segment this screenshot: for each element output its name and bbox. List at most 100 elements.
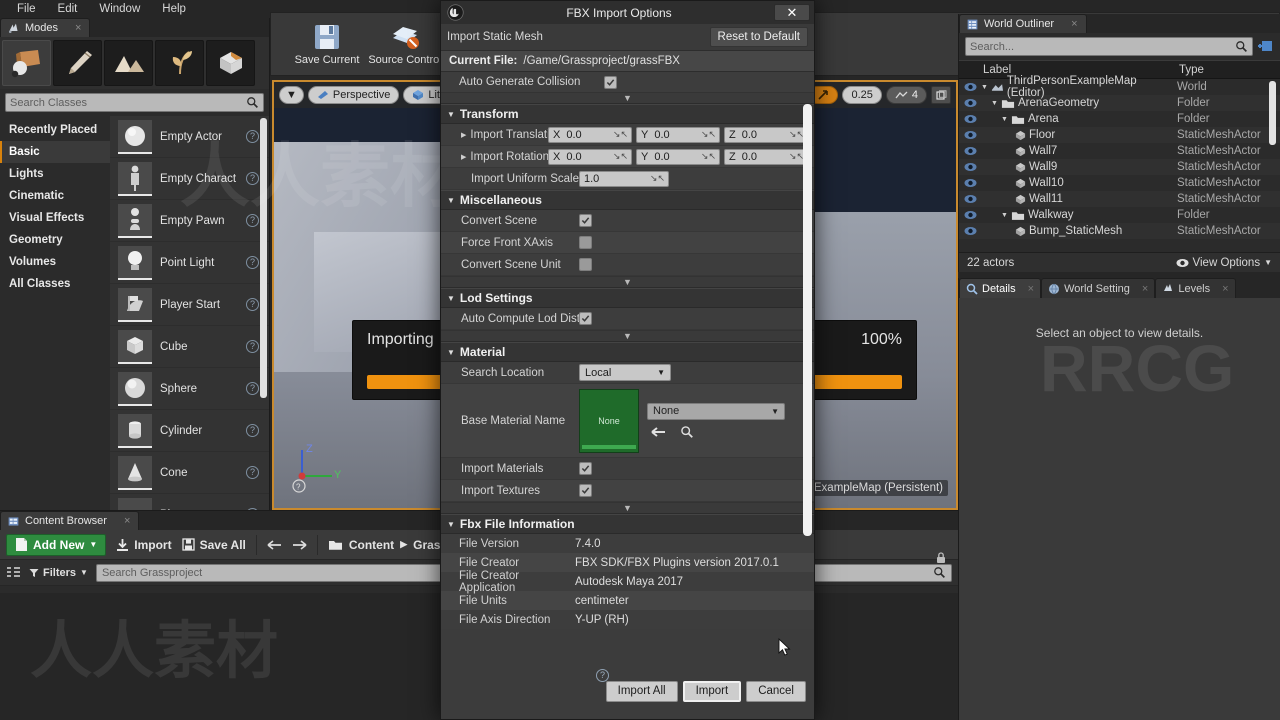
search-icon[interactable] (246, 96, 259, 109)
expand-triangle-icon[interactable]: ▶ (461, 131, 466, 139)
spinner-icon[interactable]: ↘↖ (789, 151, 804, 162)
save-all-button[interactable]: Save All (181, 538, 246, 552)
convert-scene-unit-checkbox[interactable] (579, 258, 592, 271)
place-mode-button[interactable] (2, 40, 51, 86)
help-icon[interactable]: ? (246, 130, 259, 143)
section-lod-settings-header[interactable]: ▼ Lod Settings (441, 288, 814, 308)
base-material-thumbnail[interactable]: None (579, 388, 639, 453)
base-material-dropdown[interactable]: None ▼ (647, 402, 785, 420)
list-item[interactable]: Empty Charact ? (110, 158, 269, 200)
expand-triangle-icon[interactable]: ▼ (1001, 116, 1008, 123)
tab-world-outliner[interactable]: World Outliner × (959, 14, 1087, 33)
menu-item-window[interactable]: Window (88, 3, 151, 15)
auto-generate-collision-checkbox[interactable] (604, 75, 617, 89)
cancel-button[interactable]: Cancel (746, 680, 806, 702)
search-location-dropdown[interactable]: Local ▼ (579, 364, 671, 381)
category-basic[interactable]: Basic (0, 141, 110, 163)
reset-to-default-button[interactable]: Reset to Default (709, 27, 808, 47)
outliner-search-box[interactable] (965, 37, 1253, 56)
visibility-eye-icon[interactable] (959, 98, 981, 108)
menu-item-edit[interactable]: Edit (47, 3, 89, 15)
close-icon[interactable]: ✕ (774, 4, 810, 21)
menu-item-help[interactable]: Help (151, 3, 197, 15)
table-row[interactable]: ▼ Arena Folder (959, 111, 1280, 127)
expand-triangle-icon[interactable]: ▼ (981, 84, 988, 91)
import-uniform-scale-field[interactable]: 1.0 ↘↖ (579, 170, 669, 187)
menu-item-file[interactable]: File (6, 3, 47, 15)
viewport-grid-snap[interactable]: 4 (885, 86, 927, 104)
import-translation-x[interactable]: X 0.0 ↘↖ (548, 126, 632, 143)
import-translation-y[interactable]: Y 0.0 ↘↖ (636, 126, 720, 143)
list-item[interactable]: Cube ? (110, 326, 269, 368)
expand-triangle-icon[interactable]: ▼ (1001, 212, 1008, 219)
dialog-scrollbar[interactable] (803, 104, 812, 536)
viewport-maximize-button[interactable] (931, 86, 951, 104)
outliner-scrollbar[interactable] (1269, 81, 1276, 145)
section-fbx-file-information-header[interactable]: ▼ Fbx File Information (441, 514, 814, 534)
collapse-strip[interactable]: ▼ (441, 330, 814, 342)
collapse-strip[interactable]: ▼ (441, 92, 814, 104)
spinner-icon[interactable]: ↘↖ (613, 151, 628, 162)
category-all-classes[interactable]: All Classes (0, 273, 110, 295)
visibility-eye-icon[interactable] (959, 114, 981, 124)
list-item[interactable]: Empty Actor ? (110, 116, 269, 158)
table-row[interactable]: Wall9 StaticMeshActor (959, 159, 1280, 175)
source-control-button[interactable]: Source Control (361, 15, 449, 73)
import-textures-checkbox[interactable] (579, 484, 592, 497)
viewport-perspective-button[interactable]: Perspective (307, 86, 400, 104)
viewport-camera-speed-value[interactable]: 0.25 (842, 86, 882, 104)
list-item[interactable]: Player Start ? (110, 284, 269, 326)
filters-button[interactable]: Filters ▼ (29, 567, 88, 579)
help-icon[interactable]: ? (246, 382, 259, 395)
convert-scene-checkbox[interactable] (579, 214, 592, 227)
spinner-icon[interactable]: ↘↖ (701, 151, 716, 162)
visibility-eye-icon[interactable] (959, 130, 981, 140)
section-transform-header[interactable]: ▼ Transform (441, 104, 814, 124)
table-row[interactable]: Wall11 StaticMeshActor (959, 191, 1280, 207)
category-lights[interactable]: Lights (0, 163, 110, 185)
visibility-eye-icon[interactable] (959, 210, 981, 220)
geometry-edit-mode-button[interactable] (206, 40, 255, 86)
category-cinematic[interactable]: Cinematic (0, 185, 110, 207)
forward-button[interactable] (292, 539, 307, 551)
list-item[interactable]: Cone ? (110, 452, 269, 494)
outliner-column-label[interactable]: Label (983, 64, 1179, 76)
visibility-eye-icon[interactable] (959, 226, 981, 236)
placeable-list-scrollbar[interactable] (260, 118, 267, 398)
dialog-scroll-area[interactable]: ▼ Transform ▶ Import Translation X0.0 ↘↖… (441, 104, 814, 663)
import-materials-checkbox[interactable] (579, 462, 592, 475)
expand-triangle-icon[interactable]: ▼ (991, 100, 998, 107)
sources-toggle-icon[interactable] (6, 566, 21, 580)
tab-details[interactable]: Details × (959, 278, 1042, 298)
tab-levels[interactable]: Levels × (1155, 278, 1236, 298)
foliage-mode-button[interactable] (155, 40, 204, 86)
help-icon[interactable]: ? (246, 256, 259, 269)
table-row[interactable]: ▼ Walkway Folder (959, 207, 1280, 223)
collapse-strip[interactable]: ▼ (441, 276, 814, 288)
paint-mode-button[interactable] (53, 40, 102, 86)
import-translation-z[interactable]: Z 0.0 ↘↖ (724, 126, 808, 143)
import-rotation-y[interactable]: Y 0.0 ↘↖ (636, 148, 720, 165)
import-all-button[interactable]: Import All (605, 680, 678, 702)
help-icon[interactable]: ? (246, 466, 259, 479)
tab-modes[interactable]: Modes × (0, 18, 91, 37)
visibility-eye-icon[interactable] (959, 194, 981, 204)
category-visual-effects[interactable]: Visual Effects (0, 207, 110, 229)
search-classes-input[interactable] (10, 96, 246, 109)
spinner-icon[interactable]: ↘↖ (701, 129, 716, 140)
help-icon[interactable]: ? (246, 424, 259, 437)
tab-world-settings[interactable]: World Setting × (1041, 278, 1156, 298)
category-volumes[interactable]: Volumes (0, 251, 110, 273)
save-current-button[interactable]: Save Current (293, 15, 361, 73)
outliner-column-type[interactable]: Type (1179, 64, 1204, 76)
visibility-eye-icon[interactable] (959, 178, 981, 188)
force-front-xaxis-checkbox[interactable] (579, 236, 592, 249)
import-button[interactable]: Import (682, 680, 742, 702)
lock-icon[interactable] (934, 551, 948, 565)
search-classes-box[interactable] (5, 93, 264, 112)
category-recently-placed[interactable]: Recently Placed (0, 119, 110, 141)
visibility-eye-icon[interactable] (959, 146, 981, 156)
section-miscellaneous-header[interactable]: ▼ Miscellaneous (441, 190, 814, 210)
view-options-button[interactable]: View Options ▼ (1176, 257, 1272, 269)
spinner-icon[interactable]: ↘↖ (789, 129, 804, 140)
